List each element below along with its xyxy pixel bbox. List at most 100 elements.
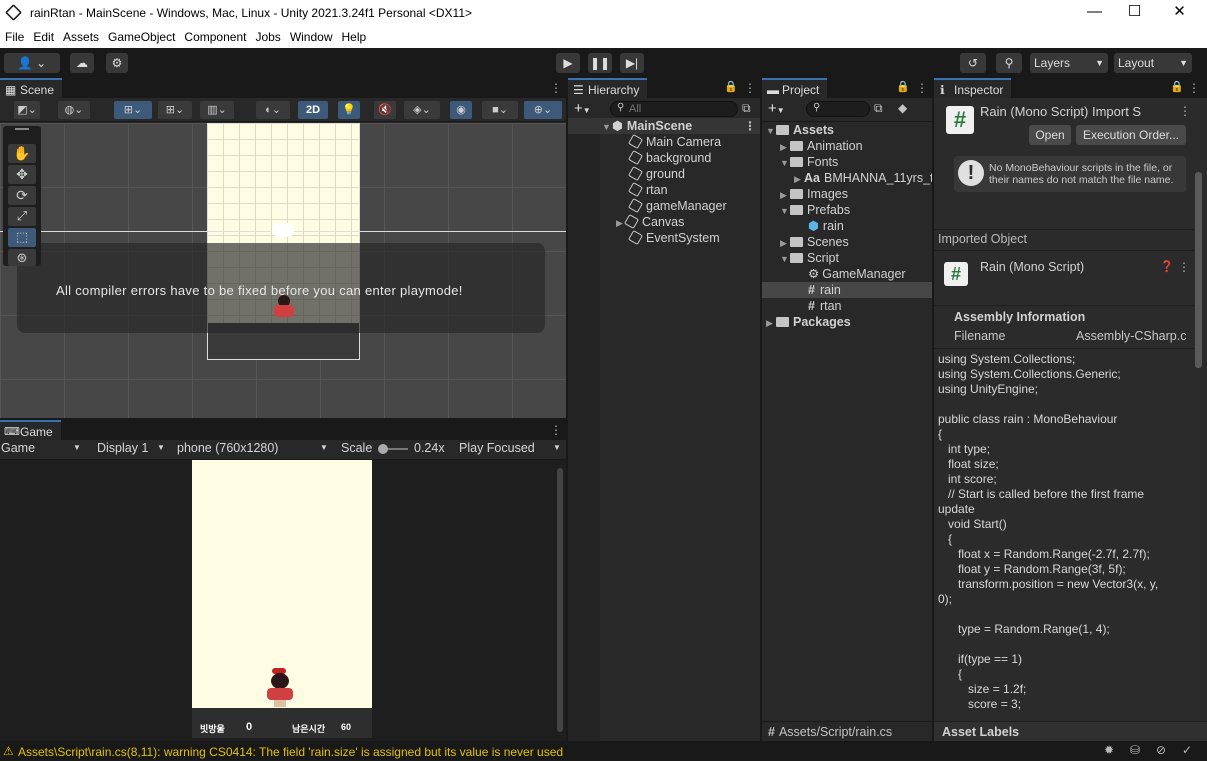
- global-icon[interactable]: ◍⌄: [58, 101, 90, 119]
- lock-icon[interactable]: 🔒: [896, 80, 910, 93]
- hierarchy-item-ground[interactable]: ground: [627, 165, 685, 182]
- scene-root-row[interactable]: ▼⬢ MainScene ⋮: [568, 118, 760, 134]
- progress-check-icon[interactable]: ✓: [1182, 743, 1192, 757]
- game-mode-dropdown[interactable]: Game ▼: [1, 441, 83, 455]
- layers-dropdown[interactable]: Layers ▼: [1030, 53, 1108, 73]
- status-bar[interactable]: ⚠ Assets\Script\rain.cs(8,11): warning C…: [0, 741, 1207, 761]
- menu-component[interactable]: Component: [184, 26, 246, 48]
- increment-snap-icon[interactable]: ▥⌄: [200, 101, 234, 119]
- more-icon[interactable]: ⋮: [550, 81, 562, 95]
- more-icon[interactable]: ⋮: [1179, 104, 1191, 118]
- hand-tool-icon[interactable]: ✋: [8, 144, 36, 163]
- search-icon[interactable]: ⚲: [996, 53, 1022, 73]
- effects-icon[interactable]: ◈⌄: [404, 101, 440, 119]
- hierarchy-item-gamemanager[interactable]: gameManager: [627, 197, 727, 214]
- folder-packages[interactable]: ▶ Packages: [766, 314, 851, 330]
- project-search-box[interactable]: ⚲: [806, 101, 870, 117]
- resolution-dropdown[interactable]: phone (760x1280) ▼: [177, 441, 331, 455]
- menu-window[interactable]: Window: [290, 26, 333, 48]
- draw-mode-icon[interactable]: ◩⌄: [14, 101, 40, 119]
- scale-slider-handle[interactable]: [378, 444, 388, 454]
- transform-tool-icon[interactable]: ⊛: [8, 249, 36, 266]
- asset-prefab-rain[interactable]: ⬢ rain: [808, 218, 844, 234]
- folder-script[interactable]: ▼ Script: [780, 250, 839, 266]
- pause-button[interactable]: ❚❚: [588, 53, 612, 73]
- history-icon[interactable]: ↺: [960, 53, 986, 73]
- tab-scene[interactable]: ▦ Scene: [0, 78, 63, 98]
- folder-prefabs[interactable]: ▼ Prefabs: [780, 202, 850, 218]
- asset-script-gamemanager[interactable]: ⚙ GameManager: [808, 266, 906, 282]
- hierarchy-item-main-camera[interactable]: Main Camera: [627, 133, 721, 150]
- layout-dropdown[interactable]: Layout ▼: [1114, 53, 1192, 73]
- execution-order-button[interactable]: Execution Order...: [1076, 125, 1186, 145]
- add-button[interactable]: +▼: [574, 100, 591, 117]
- hierarchy-search-input[interactable]: [629, 102, 729, 116]
- folder-scenes[interactable]: ▶ Scenes: [780, 234, 849, 250]
- more-icon[interactable]: ⋮: [1178, 260, 1190, 274]
- shading-icon[interactable]: ◐⌄: [256, 101, 290, 119]
- scale-tool-icon[interactable]: ⤢: [8, 207, 36, 226]
- hierarchy-item-eventsystem[interactable]: EventSystem: [627, 229, 720, 246]
- debug-icon[interactable]: ✹: [1104, 743, 1114, 757]
- tab-project[interactable]: ▬ Project: [762, 78, 828, 98]
- asset-script-rtan[interactable]: # rtan: [808, 298, 842, 314]
- folder-assets[interactable]: ▼ Assets: [766, 122, 834, 138]
- scene-view[interactable]: All compiler errors have to be fixed bef…: [0, 123, 566, 418]
- create-button[interactable]: +▼: [768, 100, 785, 117]
- search-by-type-icon[interactable]: ⧉: [874, 101, 883, 116]
- maximize-button[interactable]: ☐: [1112, 0, 1157, 26]
- hierarchy-search-box[interactable]: ⚲: [610, 101, 738, 117]
- 2d-toggle-button[interactable]: 2D: [298, 101, 328, 119]
- game-view[interactable]: 빗방울 0 남은시간 60: [0, 460, 566, 741]
- scene-visibility-icon[interactable]: ⧉: [742, 101, 751, 116]
- rect-tool-icon[interactable]: ⬚: [8, 228, 36, 247]
- menu-jobs[interactable]: Jobs: [255, 26, 280, 48]
- asset-font-file[interactable]: ▶ Aa BMHANNA_11yrs_tt: [794, 170, 932, 186]
- menu-help[interactable]: Help: [342, 26, 367, 48]
- scrollbar-thumb[interactable]: [1195, 172, 1202, 368]
- hierarchy-item-canvas[interactable]: ▶ Canvas: [616, 213, 684, 230]
- lock-icon[interactable]: 🔒: [724, 80, 738, 93]
- more-icon[interactable]: ⋮: [916, 81, 928, 95]
- move-tool-icon[interactable]: ✥: [8, 165, 36, 184]
- network-icon[interactable]: ⊘: [1156, 743, 1166, 757]
- more-icon[interactable]: ⋮: [744, 118, 756, 134]
- inspector-scrollbar[interactable]: [1194, 172, 1203, 710]
- hierarchy-item-rtan[interactable]: rtan: [627, 181, 668, 198]
- asset-script-rain[interactable]: # rain: [762, 282, 932, 298]
- search-by-label-icon[interactable]: ◆: [898, 101, 907, 115]
- folder-images[interactable]: ▶ Images: [780, 186, 848, 202]
- tab-hierarchy[interactable]: ☰ Hierarchy: [568, 78, 648, 98]
- lighting-icon[interactable]: 💡: [338, 101, 360, 119]
- more-icon[interactable]: ⋮: [550, 423, 562, 437]
- tab-inspector[interactable]: ℹ Inspector: [934, 78, 1012, 98]
- more-icon[interactable]: ⋮: [744, 81, 756, 95]
- open-button[interactable]: Open: [1029, 125, 1071, 145]
- audio-icon[interactable]: 🔇: [374, 101, 396, 119]
- hidden-objects-icon[interactable]: ◉: [450, 101, 472, 119]
- cloud-icon[interactable]: ☁: [70, 53, 94, 73]
- tab-game[interactable]: ⌨ Game: [0, 420, 61, 440]
- game-scrollbar[interactable]: [557, 468, 563, 732]
- palette-handle[interactable]: [15, 128, 29, 130]
- help-icon[interactable]: ❓: [1160, 260, 1174, 273]
- grid-icon[interactable]: ⊞⌄: [158, 101, 192, 119]
- cache-icon[interactable]: ⛁: [1130, 743, 1140, 757]
- display-dropdown[interactable]: Display 1 ▼: [97, 441, 169, 455]
- menu-file[interactable]: File: [5, 26, 24, 48]
- folder-animation[interactable]: ▶ Animation: [780, 138, 863, 154]
- play-focused-dropdown[interactable]: Play Focused ▼: [459, 441, 563, 455]
- step-button[interactable]: ▶|: [620, 53, 644, 73]
- account-button[interactable]: 👤 ⌄: [4, 53, 60, 73]
- camera-icon[interactable]: ■⌄: [482, 101, 518, 119]
- menu-edit[interactable]: Edit: [33, 26, 54, 48]
- rotate-tool-icon[interactable]: ⟳: [8, 186, 36, 205]
- folder-fonts[interactable]: ▼ Fonts: [780, 154, 838, 170]
- play-button[interactable]: ▶: [556, 53, 580, 73]
- hierarchy-item-background[interactable]: background: [627, 149, 711, 166]
- gizmos-icon[interactable]: ⊕⌄: [524, 101, 562, 119]
- minimize-button[interactable]: —: [1072, 0, 1117, 26]
- menu-assets[interactable]: Assets: [63, 26, 99, 48]
- more-icon[interactable]: ⋮: [1188, 81, 1200, 95]
- asset-labels-header[interactable]: Asset Labels: [934, 721, 1207, 741]
